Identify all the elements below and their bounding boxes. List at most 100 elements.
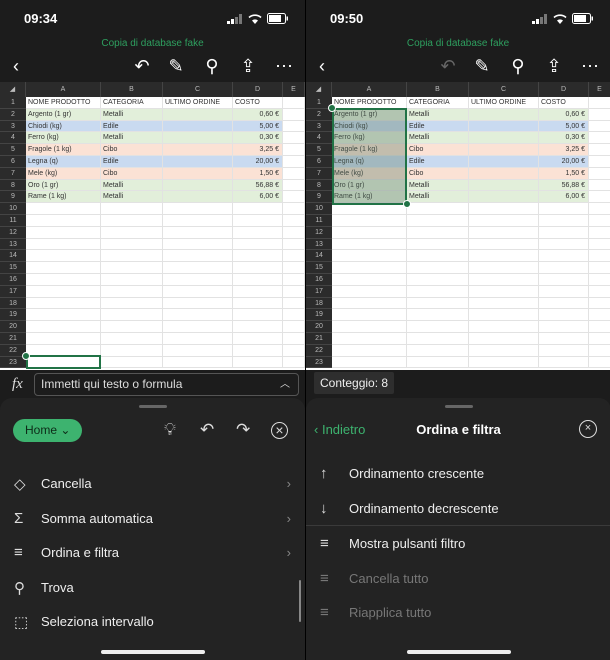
cell[interactable]: [539, 356, 589, 368]
spreadsheet[interactable]: ◢ A B C D E 1 2 3 4 5 6 7 8 9 10 11 12 13 14 15 16 17 18 19 20 21 2…: [0, 82, 305, 370]
cell[interactable]: [589, 250, 610, 261]
cell-category[interactable]: Edile: [407, 120, 469, 132]
header-cell[interactable]: CATEGORIA: [101, 97, 163, 108]
cell[interactable]: [163, 344, 233, 356]
row-header[interactable]: 5: [0, 144, 26, 156]
cell[interactable]: [469, 321, 539, 332]
cell[interactable]: [332, 356, 407, 368]
cell-last-order[interactable]: [469, 155, 539, 167]
row-header[interactable]: 3: [306, 121, 332, 133]
cell-cost[interactable]: 0,30 €: [233, 132, 283, 144]
cell[interactable]: [283, 108, 305, 120]
cell[interactable]: [332, 309, 407, 321]
cell[interactable]: [407, 285, 469, 297]
menu-item-ordinamento-crescente[interactable]: ↑ Ordinamento crescente: [306, 456, 610, 491]
row-header[interactable]: 6: [0, 156, 26, 168]
cell[interactable]: [163, 226, 233, 238]
cell[interactable]: [101, 262, 163, 273]
cell[interactable]: [163, 321, 233, 332]
cell[interactable]: [101, 309, 163, 321]
cell-category[interactable]: Metalli: [101, 132, 163, 144]
cell[interactable]: [101, 238, 163, 250]
cell[interactable]: [233, 321, 283, 332]
search-icon[interactable]: ⚲: [508, 56, 528, 76]
cell-last-order[interactable]: [163, 132, 233, 144]
cell[interactable]: [407, 203, 469, 214]
menu-item-somma-automatica[interactable]: Σ Somma automatica ›: [0, 501, 305, 536]
cell-last-order[interactable]: [469, 167, 539, 179]
cell[interactable]: [589, 132, 610, 143]
cell[interactable]: [589, 321, 610, 332]
row-header[interactable]: 16: [306, 274, 332, 286]
cell[interactable]: [26, 226, 101, 238]
cell[interactable]: [469, 262, 539, 273]
chevron-up-icon[interactable]: ︿: [280, 374, 290, 395]
draw-icon[interactable]: ✎: [166, 56, 186, 76]
cell[interactable]: [233, 273, 283, 285]
cell[interactable]: [539, 262, 589, 273]
row-header[interactable]: 12: [306, 227, 332, 239]
cell[interactable]: [163, 273, 233, 285]
row-header[interactable]: 21: [0, 333, 26, 345]
more-icon[interactable]: ⋯: [274, 56, 294, 76]
cell[interactable]: [283, 132, 305, 144]
cell[interactable]: [332, 238, 407, 250]
cell[interactable]: [233, 332, 283, 344]
row-header[interactable]: 4: [306, 132, 332, 145]
header-cell[interactable]: NOME PRODOTTO: [332, 97, 407, 108]
row-header[interactable]: 19: [0, 309, 26, 322]
row-header[interactable]: 20: [0, 321, 26, 333]
header-cell[interactable]: CATEGORIA: [407, 97, 469, 108]
cell[interactable]: [283, 321, 305, 332]
panel-grabber[interactable]: [138, 405, 167, 408]
row-header[interactable]: 10: [0, 203, 26, 215]
column-header-d[interactable]: D: [233, 82, 283, 97]
cell[interactable]: [469, 250, 539, 262]
cell-category[interactable]: Metalli: [101, 108, 163, 120]
cell-category[interactable]: Cibo: [101, 144, 163, 155]
cell[interactable]: [332, 262, 407, 273]
cell[interactable]: [469, 226, 539, 238]
cell[interactable]: [283, 285, 305, 297]
cell[interactable]: [101, 273, 163, 285]
cell-cost[interactable]: 0,30 €: [539, 132, 589, 144]
cell[interactable]: [589, 345, 610, 356]
cell[interactable]: [469, 356, 539, 368]
cell[interactable]: [101, 226, 163, 238]
header-cell[interactable]: NOME PRODOTTO: [26, 97, 101, 108]
cell[interactable]: [407, 297, 469, 309]
cell-category[interactable]: Cibo: [101, 167, 163, 179]
share-icon[interactable]: ⇪: [238, 56, 258, 76]
cell[interactable]: [407, 226, 469, 238]
cell[interactable]: [283, 273, 305, 285]
cell-cost[interactable]: 5,00 €: [233, 120, 283, 132]
cell[interactable]: [283, 191, 305, 203]
selection-range[interactable]: [332, 108, 407, 205]
row-header[interactable]: 15: [0, 262, 26, 274]
cell[interactable]: [101, 297, 163, 309]
cell-cost[interactable]: 3,25 €: [233, 144, 283, 155]
cell[interactable]: [26, 344, 101, 356]
header-cell[interactable]: ULTIMO ORDINE: [469, 97, 539, 108]
row-header[interactable]: 23: [306, 357, 332, 369]
cell[interactable]: [233, 297, 283, 309]
row-header[interactable]: 18: [0, 298, 26, 310]
cell[interactable]: [589, 262, 610, 273]
cell[interactable]: [539, 321, 589, 332]
cell[interactable]: [332, 285, 407, 297]
cell[interactable]: [26, 250, 101, 262]
cell[interactable]: [283, 179, 305, 191]
row-header[interactable]: 15: [306, 262, 332, 274]
cell[interactable]: [539, 214, 589, 226]
cell[interactable]: [163, 203, 233, 214]
cell[interactable]: [539, 273, 589, 285]
scrollbar[interactable]: [299, 580, 301, 622]
cell[interactable]: [26, 203, 101, 214]
cell[interactable]: [589, 298, 610, 309]
undo-icon[interactable]: ↶: [438, 56, 458, 76]
redo-icon[interactable]: ↷: [236, 420, 250, 440]
undo-icon[interactable]: ↶: [132, 56, 152, 76]
cell-name[interactable]: Argento (1 gr): [26, 108, 101, 120]
cell[interactable]: [101, 344, 163, 356]
cell[interactable]: [539, 332, 589, 344]
